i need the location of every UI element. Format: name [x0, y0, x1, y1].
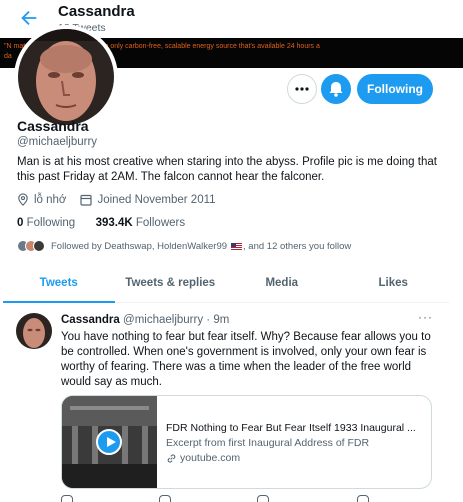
followed-by-text: Followed by Deathswap, HoldenWalker99 — [51, 240, 228, 252]
tab-likes[interactable]: Likes — [338, 265, 450, 302]
profile-avatar[interactable] — [14, 25, 118, 129]
tweet-author-handle[interactable]: @michaeljburry — [123, 314, 203, 326]
video-thumbnail[interactable] — [62, 396, 157, 488]
profile-location: lỗ nhớ — [34, 193, 67, 206]
header-title: Cassandra — [58, 3, 135, 20]
tab-media[interactable]: Media — [226, 265, 338, 302]
profile-stats: 0 Following 393.4K Followers — [17, 217, 185, 229]
tweet-avatar[interactable] — [16, 313, 52, 349]
tweet-author-name[interactable]: Cassandra — [61, 314, 120, 326]
us-flag-icon — [231, 242, 243, 250]
followers-link[interactable]: 393.4K Followers — [96, 217, 186, 229]
tab-tweets-replies[interactable]: Tweets & replies — [115, 265, 227, 302]
tweet-text: You have nothing to fear but fear itself… — [61, 331, 431, 388]
profile-name: Cassandra — [17, 118, 89, 134]
following-link[interactable]: 0 Following — [17, 217, 75, 229]
profile-bio: Man is at his most creative when staring… — [17, 156, 437, 183]
share-icon[interactable] — [357, 495, 369, 502]
profile-tabs: Tweets Tweets & replies Media Likes — [3, 265, 449, 303]
profile-joined: Joined November 2011 — [97, 193, 216, 206]
more-icon — [295, 87, 309, 91]
tweet-more-button[interactable]: ··· — [418, 310, 433, 324]
calendar-icon — [80, 194, 93, 206]
card-domain: youtube.com — [166, 452, 240, 464]
link-card[interactable]: FDR Nothing to Fear But Fear Itself 1933… — [61, 395, 432, 489]
retweet-icon[interactable] — [159, 495, 171, 502]
link-icon — [167, 453, 176, 463]
profile-meta: lỗ nhớ Joined November 2011 — [17, 193, 216, 206]
bell-icon — [329, 82, 343, 97]
follower-avatar — [33, 240, 45, 252]
location-icon — [18, 193, 28, 206]
following-button[interactable]: Following — [357, 74, 433, 104]
more-options-button[interactable] — [287, 74, 317, 104]
back-arrow-icon[interactable] — [18, 7, 40, 29]
notifications-button[interactable] — [321, 74, 351, 104]
tweet-header: Cassandra @michaeljburry · 9m — [61, 314, 230, 326]
like-icon[interactable] — [257, 495, 269, 502]
reply-icon[interactable] — [61, 495, 73, 502]
tab-tweets[interactable]: Tweets — [3, 265, 115, 303]
card-description: Excerpt from first Inaugural Address of … — [166, 437, 370, 449]
tweet-actions — [61, 495, 381, 502]
card-title: FDR Nothing to Fear But Fear Itself 1933… — [166, 422, 416, 434]
tweet-time[interactable]: 9m — [213, 314, 229, 326]
followed-by[interactable]: Followed by Deathswap, HoldenWalker99 , … — [17, 240, 351, 252]
followed-by-tail: , and 12 others you follow — [243, 240, 352, 252]
play-icon[interactable] — [96, 429, 122, 455]
profile-handle: @michaeljburry — [17, 136, 98, 148]
